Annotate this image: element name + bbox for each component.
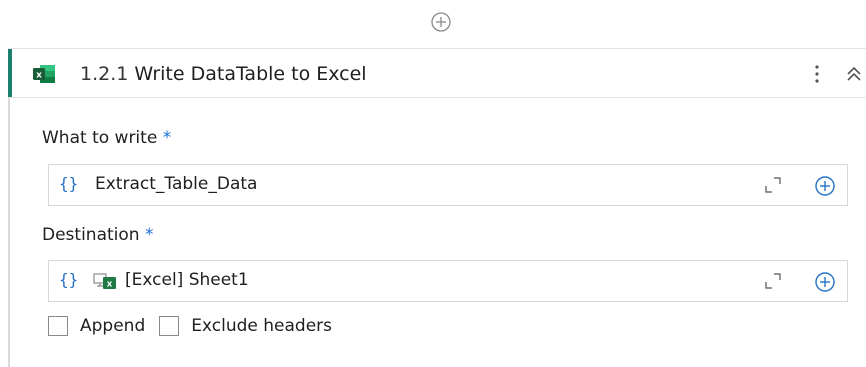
expand-editor-icon[interactable]: [765, 273, 781, 289]
activity-title[interactable]: 1.2.1 Write DataTable to Excel: [80, 61, 367, 87]
required-marker: *: [162, 128, 172, 148]
append-checkbox-box[interactable]: [48, 316, 68, 336]
required-marker: *: [144, 225, 154, 245]
add-step-icon[interactable]: [427, 8, 455, 36]
exclude-headers-checkbox[interactable]: Exclude headers: [159, 316, 332, 336]
variable-braces-icon[interactable]: {}: [59, 270, 78, 289]
activity-number: 1.2.1: [80, 63, 129, 85]
what-to-write-field[interactable]: {} Extract_Table_Data: [48, 164, 848, 206]
what-to-write-label-text: What to write: [42, 128, 158, 148]
destination-label-text: Destination: [42, 225, 140, 245]
append-checkbox[interactable]: Append: [48, 316, 145, 336]
options-row: Append Exclude headers: [48, 316, 346, 336]
destination-field[interactable]: {} x [Excel] Sheet1: [48, 260, 848, 302]
collapse-icon[interactable]: [840, 59, 866, 89]
activity-name: Write DataTable to Excel: [134, 63, 367, 85]
what-to-write-label: What to write *: [42, 128, 171, 148]
add-variable-icon[interactable]: [813, 174, 837, 198]
more-options-icon[interactable]: [808, 59, 826, 89]
append-label[interactable]: Append: [80, 316, 145, 336]
expand-editor-icon[interactable]: [765, 177, 781, 193]
header-accent-bar: [8, 49, 12, 97]
svg-text:x: x: [36, 71, 42, 81]
svg-text:x: x: [107, 280, 113, 290]
activity-card: x 1.2.1 Write DataTable to Excel What to…: [8, 48, 866, 367]
exclude-headers-checkbox-box[interactable]: [159, 316, 180, 336]
exclude-headers-label[interactable]: Exclude headers: [191, 316, 332, 336]
activity-header[interactable]: x 1.2.1 Write DataTable to Excel: [8, 48, 866, 98]
add-variable-icon[interactable]: [813, 270, 837, 294]
excel-icon: x: [32, 63, 56, 85]
what-to-write-value: Extract_Table_Data: [95, 174, 258, 194]
destination-label: Destination *: [42, 225, 153, 245]
excel-sheet-icon: x: [93, 272, 117, 290]
destination-value: [Excel] Sheet1: [125, 270, 249, 290]
variable-braces-icon[interactable]: {}: [59, 174, 78, 193]
